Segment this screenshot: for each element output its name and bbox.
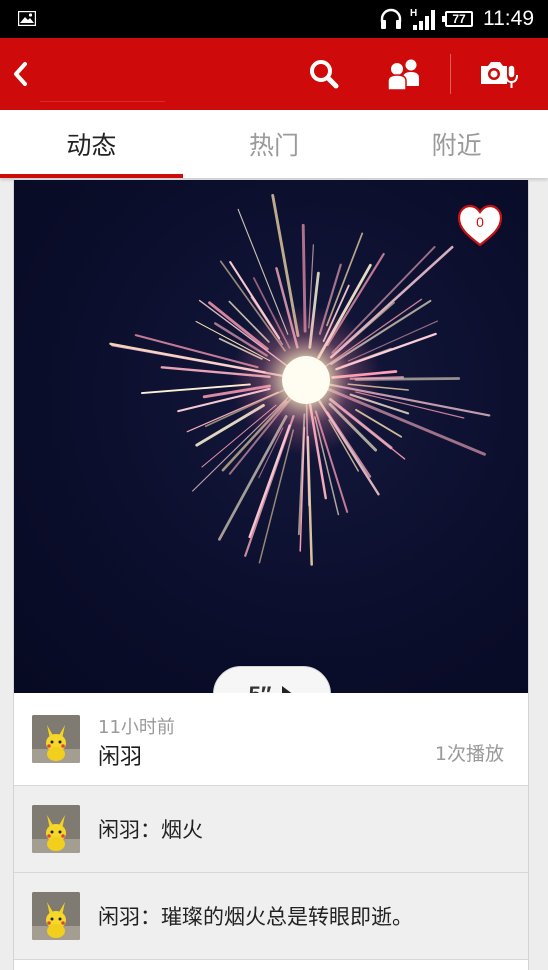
avatar[interactable] <box>32 805 80 853</box>
action-bar <box>0 38 548 110</box>
fireworks-image <box>109 193 491 566</box>
tab-label: 附近 <box>431 131 482 160</box>
comment-text: 闲羽：烟火 <box>98 818 203 842</box>
tab-label: 热门 <box>249 131 300 160</box>
tab-label: 动态 <box>66 131 117 160</box>
battery-level: 77 <box>452 12 466 26</box>
pikachu-avatar <box>32 805 80 853</box>
clock: 11:49 <box>483 7 534 30</box>
post-card: 0 5″ 11小时前 闲羽 1次播放 <box>13 180 529 970</box>
pikachu-avatar <box>32 715 80 763</box>
comment-text: 闲羽：璀璨的烟火总是转眼即逝。 <box>98 905 413 929</box>
status-bar: H 77 11:49 <box>0 0 548 38</box>
avatar[interactable] <box>32 715 80 763</box>
tab-bar: 动态 热门 附近 <box>0 110 548 178</box>
search-icon[interactable] <box>306 56 342 92</box>
headphones-icon <box>380 8 402 29</box>
like-button[interactable]: 0 <box>457 204 503 248</box>
post-time: 11小时前 <box>98 717 175 738</box>
status-icons: H 77 11:49 <box>379 6 534 32</box>
post-meta: 11小时前 闲羽 1次播放 <box>14 693 528 786</box>
image-icon <box>18 11 36 26</box>
tab-dynamic[interactable]: 动态 <box>0 110 183 178</box>
post-photo[interactable]: 0 <box>14 180 528 693</box>
back-icon[interactable] <box>10 56 32 92</box>
play-count: 1次播放 <box>434 743 504 765</box>
comment-item[interactable]: 闲羽：烟火 <box>14 786 528 873</box>
comment-item[interactable]: 闲羽：璀璨的烟火总是转眼即逝。 <box>14 873 528 960</box>
signal-icon: H <box>410 8 435 30</box>
battery-icon: 77 <box>442 11 473 27</box>
avatar[interactable] <box>32 892 80 940</box>
action-divider <box>450 54 451 94</box>
svg-text:H: H <box>410 8 417 19</box>
friends-icon[interactable] <box>384 56 424 92</box>
title-underline <box>40 101 165 102</box>
tab-nearby[interactable]: 附近 <box>365 110 548 178</box>
tab-popular[interactable]: 热门 <box>183 110 366 178</box>
camera-mic-icon[interactable] <box>478 56 520 92</box>
pikachu-avatar <box>32 892 80 940</box>
like-count: 0 <box>476 214 484 230</box>
author-name[interactable]: 闲羽 <box>98 739 142 771</box>
